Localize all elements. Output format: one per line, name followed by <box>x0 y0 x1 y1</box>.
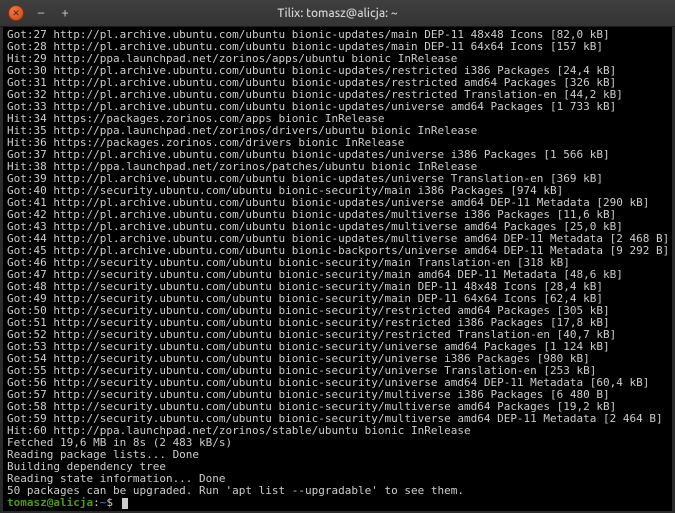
prompt-line[interactable]: tomasz@alicja:~$ <box>7 497 668 509</box>
minimize-button[interactable]: – <box>34 6 48 20</box>
window-title: Tilix: tomasz@alicja: ~ <box>0 7 675 20</box>
window-controls: ✕ – + <box>0 5 72 21</box>
prompt-user-host: tomasz@alicja <box>7 496 93 509</box>
maximize-button[interactable]: + <box>58 6 72 20</box>
prompt-suffix: $ <box>106 496 119 509</box>
titlebar: ✕ – + Tilix: tomasz@alicja: ~ <box>0 0 675 27</box>
close-button[interactable]: ✕ <box>8 5 24 21</box>
terminal-output[interactable]: Got:27 http://pl.archive.ubuntu.com/ubun… <box>3 27 672 511</box>
cursor <box>122 498 128 509</box>
prompt-separator: : <box>93 496 100 509</box>
